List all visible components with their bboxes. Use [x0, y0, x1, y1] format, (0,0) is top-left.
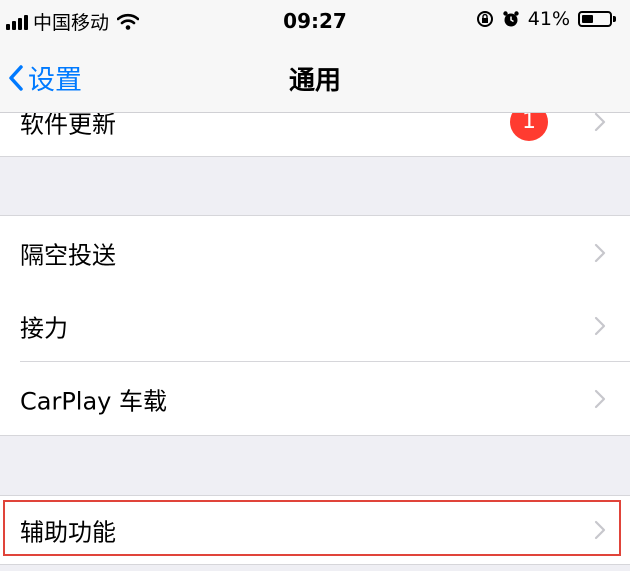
chevron-left-icon: [9, 64, 23, 91]
battery-icon: [578, 11, 616, 27]
list-item-handoff[interactable]: 接力: [0, 289, 630, 362]
page-title: 通用: [288, 66, 341, 96]
row-label: 辅助功能: [20, 518, 116, 547]
chevron-right-icon: [594, 243, 606, 263]
chevron-right-icon: [594, 389, 606, 408]
status-bar: 中国移动 09:27 41%: [0, 0, 630, 44]
chevron-right-icon: [594, 112, 606, 132]
row-label: CarPlay 车载: [20, 387, 168, 415]
settings-general-screen: 中国移动 09:27 41% 设置 通用 软件更新 1 隔空投送 接力 CarP…: [0, 0, 630, 571]
back-button[interactable]: 设置: [8, 58, 82, 97]
list-item-carplay[interactable]: CarPlay 车载: [0, 362, 630, 436]
row-label: 接力: [20, 314, 68, 342]
orientation-lock-icon: [476, 11, 493, 27]
status-right: 41%: [476, 8, 616, 30]
back-button-label: 设置: [28, 65, 82, 96]
alarm-icon: [503, 11, 519, 27]
battery-level: [582, 15, 593, 23]
navigation-bar: 设置 通用: [0, 44, 630, 113]
chevron-right-icon: [594, 520, 606, 540]
list-item-airdrop[interactable]: 隔空投送: [0, 215, 630, 290]
row-label: 隔空投送: [20, 241, 116, 270]
list-item-accessibility[interactable]: 辅助功能: [0, 495, 630, 565]
chevron-right-icon: [594, 316, 606, 335]
battery-percent: 41%: [527, 8, 570, 30]
